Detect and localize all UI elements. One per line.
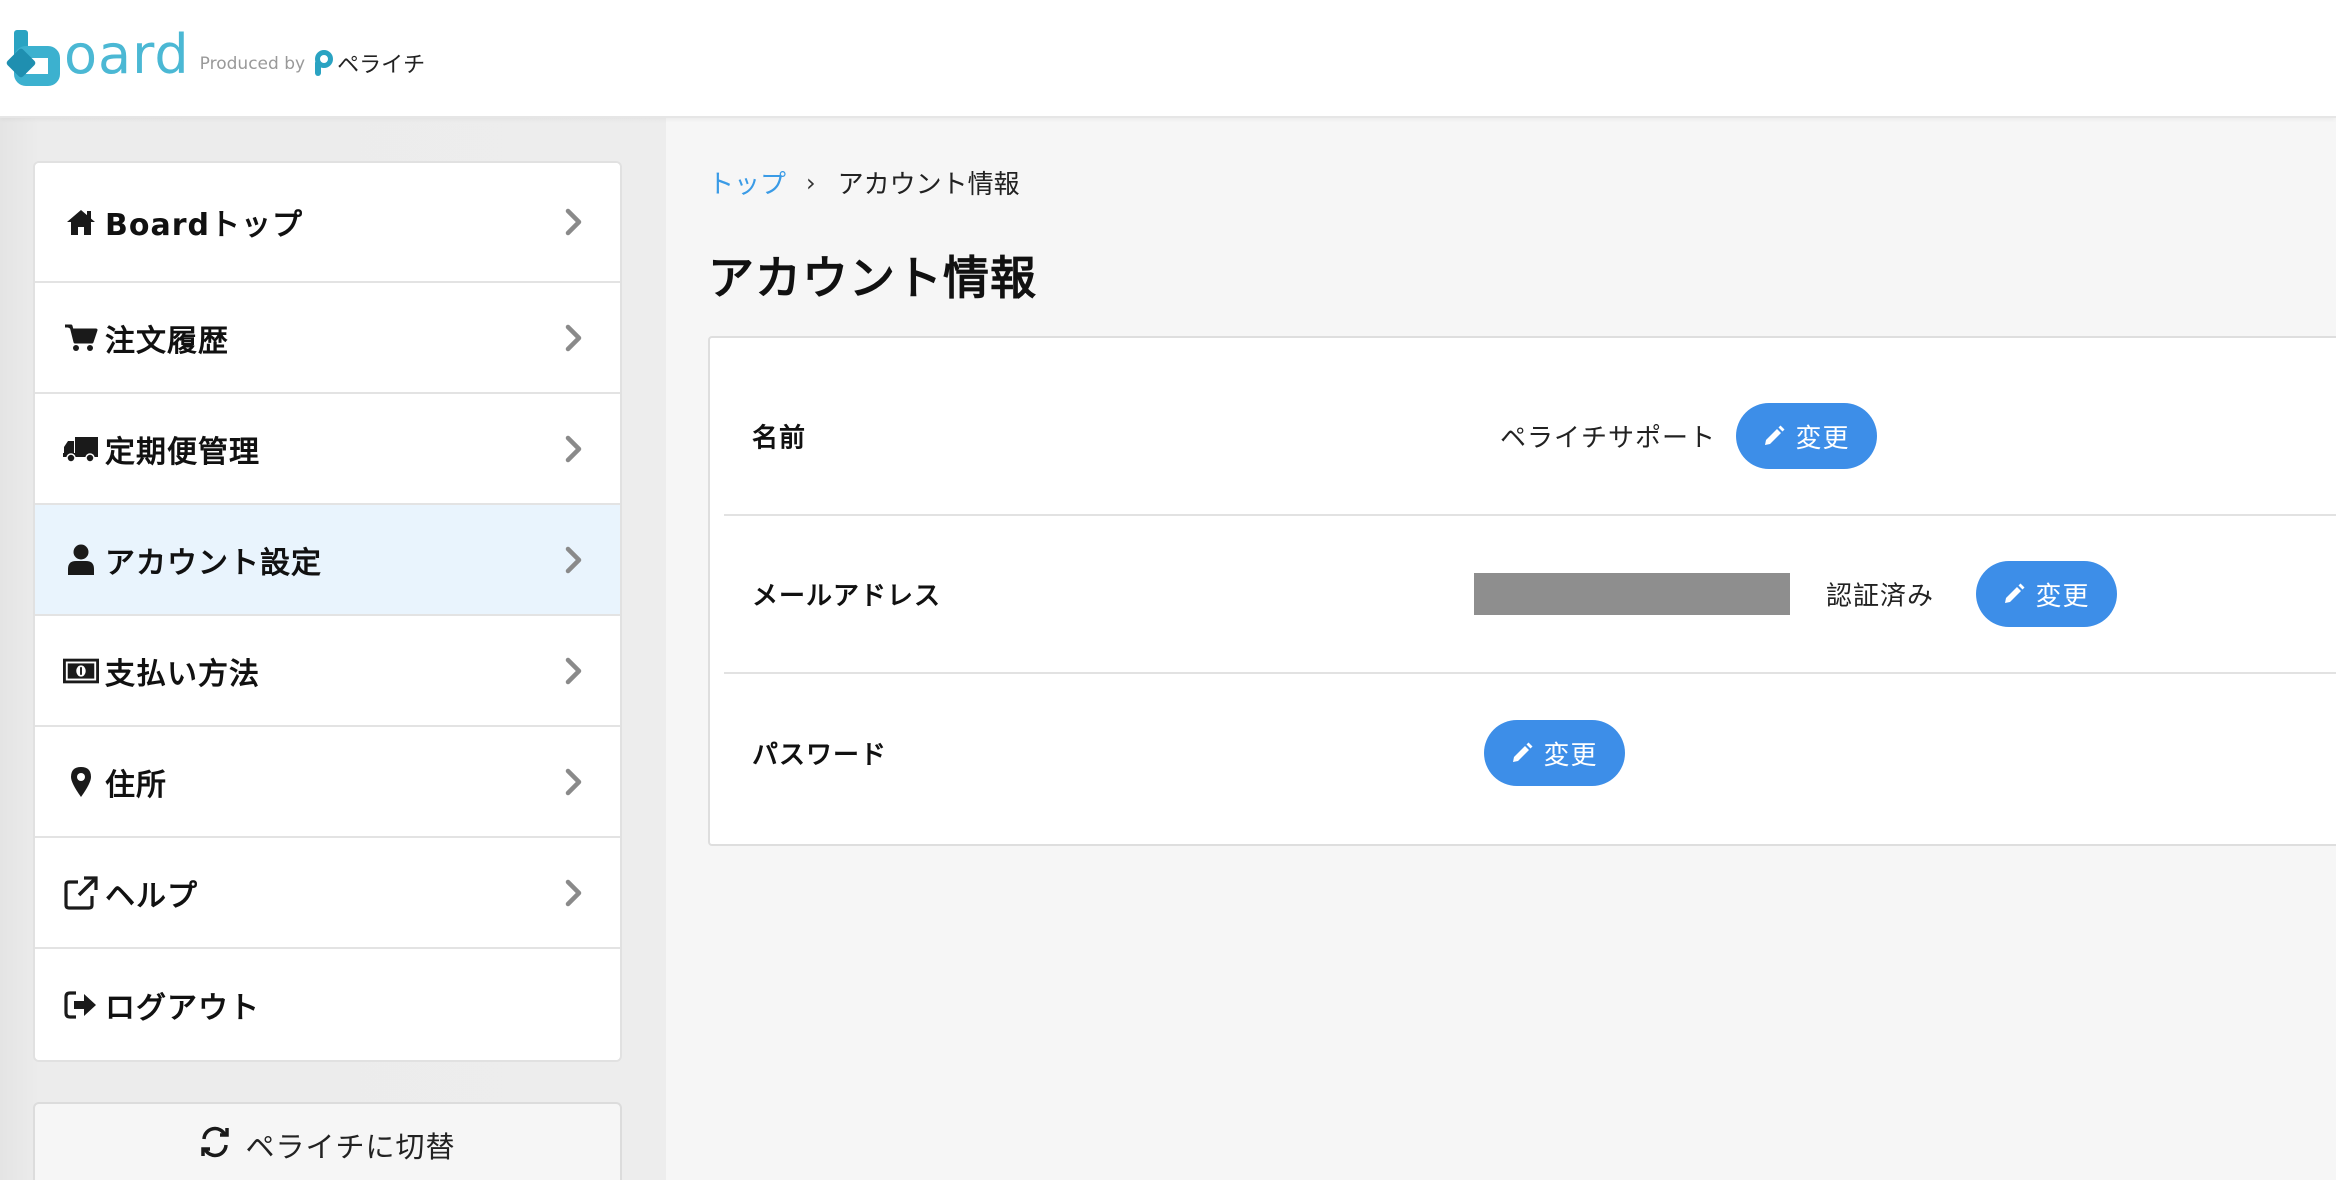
name-row: 名前 ペライチサポート 変更 — [724, 358, 2336, 516]
external-link-icon — [63, 875, 99, 911]
account-info-card: 名前 ペライチサポート 変更 メールアドレス 認証済み 変更 パスワード 変更 — [708, 336, 2336, 846]
chevron-right-icon — [565, 768, 582, 795]
produced-by-text: Produced by — [199, 54, 306, 74]
sidebar-item-label: アカウント設定 — [105, 545, 322, 581]
breadcrumb-separator: › — [806, 168, 816, 197]
sidebar-item-board-top[interactable]: Boardトップ — [35, 163, 620, 283]
change-name-button[interactable]: 変更 — [1736, 403, 1877, 469]
change-email-button[interactable]: 変更 — [1976, 561, 2117, 627]
sidebar-item-label: 支払い方法 — [105, 656, 260, 692]
sidebar-item-logout[interactable]: ログアウト — [35, 949, 620, 1060]
truck-icon — [63, 431, 99, 467]
change-password-button-label: 変更 — [1543, 740, 1598, 771]
sidebar-item-order-history[interactable]: 注文履歴 — [35, 283, 620, 394]
page-title: アカウント情報 — [708, 251, 1037, 305]
board-logo-mark — [5, 30, 62, 86]
peraichi-brand-name: ペライチ — [337, 53, 426, 78]
pencil-icon — [1765, 425, 1785, 445]
pencil-icon — [1513, 742, 1533, 762]
sidebar-item-account-settings[interactable]: アカウント設定 — [35, 505, 620, 616]
sidebar-item-label: ヘルプ — [105, 878, 198, 914]
pencil-icon — [2005, 583, 2025, 603]
chevron-right-icon — [565, 435, 582, 462]
chevron-right-icon — [565, 879, 582, 906]
sidebar-item-subscription[interactable]: 定期便管理 — [35, 394, 620, 505]
masked-email-value — [1474, 573, 1790, 615]
password-label: パスワード — [752, 740, 888, 771]
money-icon — [63, 653, 99, 689]
password-row: パスワード 変更 — [724, 674, 2336, 832]
app-header: oard Produced by ペライチ — [0, 0, 2336, 118]
name-value: ペライチサポート — [1500, 423, 1717, 454]
chevron-right-icon — [565, 657, 582, 684]
refresh-icon — [201, 1126, 230, 1158]
sidebar-item-label: 住所 — [105, 767, 167, 803]
peraichi-logo: ペライチ — [313, 47, 425, 79]
peraichi-logo-icon — [313, 50, 334, 76]
sidebar-item-label: 注文履歴 — [105, 323, 229, 359]
change-email-button-label: 変更 — [2035, 581, 2090, 612]
breadcrumb-top-link[interactable]: トップ — [708, 164, 786, 201]
email-label: メールアドレス — [752, 581, 942, 612]
sign-out-icon — [63, 987, 99, 1023]
switch-label: ペライチに切替 — [245, 1130, 456, 1164]
breadcrumb-current: アカウント情報 — [837, 170, 1020, 200]
chevron-right-icon — [565, 208, 582, 236]
switch-to-peraichi-button[interactable]: ペライチに切替 — [33, 1102, 622, 1180]
sidebar-menu: Boardトップ 注文履歴 定期便管理 アカウント設定 支払い方法 住所 ヘルプ… — [33, 161, 622, 1062]
sidebar-item-label: ログアウト — [105, 990, 260, 1026]
board-logo-text: oard — [64, 23, 190, 86]
map-marker-icon — [63, 764, 99, 800]
board-logo[interactable]: oard Produced by ペライチ — [5, 23, 425, 90]
chevron-right-icon — [565, 324, 582, 351]
home-icon — [63, 204, 99, 240]
change-password-button[interactable]: 変更 — [1484, 720, 1625, 786]
sidebar-item-address[interactable]: 住所 — [35, 727, 620, 838]
user-icon — [63, 542, 99, 578]
name-label: 名前 — [752, 423, 807, 454]
change-name-button-label: 変更 — [1795, 423, 1850, 454]
sidebar-item-label: Boardトップ — [105, 208, 303, 243]
sidebar-item-label: 定期便管理 — [105, 434, 260, 470]
breadcrumb: トップ › アカウント情報 — [708, 164, 1020, 201]
sidebar-item-payment-method[interactable]: 支払い方法 — [35, 616, 620, 727]
email-row: メールアドレス 認証済み 変更 — [724, 516, 2336, 674]
cart-icon — [63, 320, 99, 356]
email-verified-status: 認証済み — [1826, 581, 1935, 612]
sidebar-item-help[interactable]: ヘルプ — [35, 838, 620, 949]
chevron-right-icon — [565, 546, 582, 573]
